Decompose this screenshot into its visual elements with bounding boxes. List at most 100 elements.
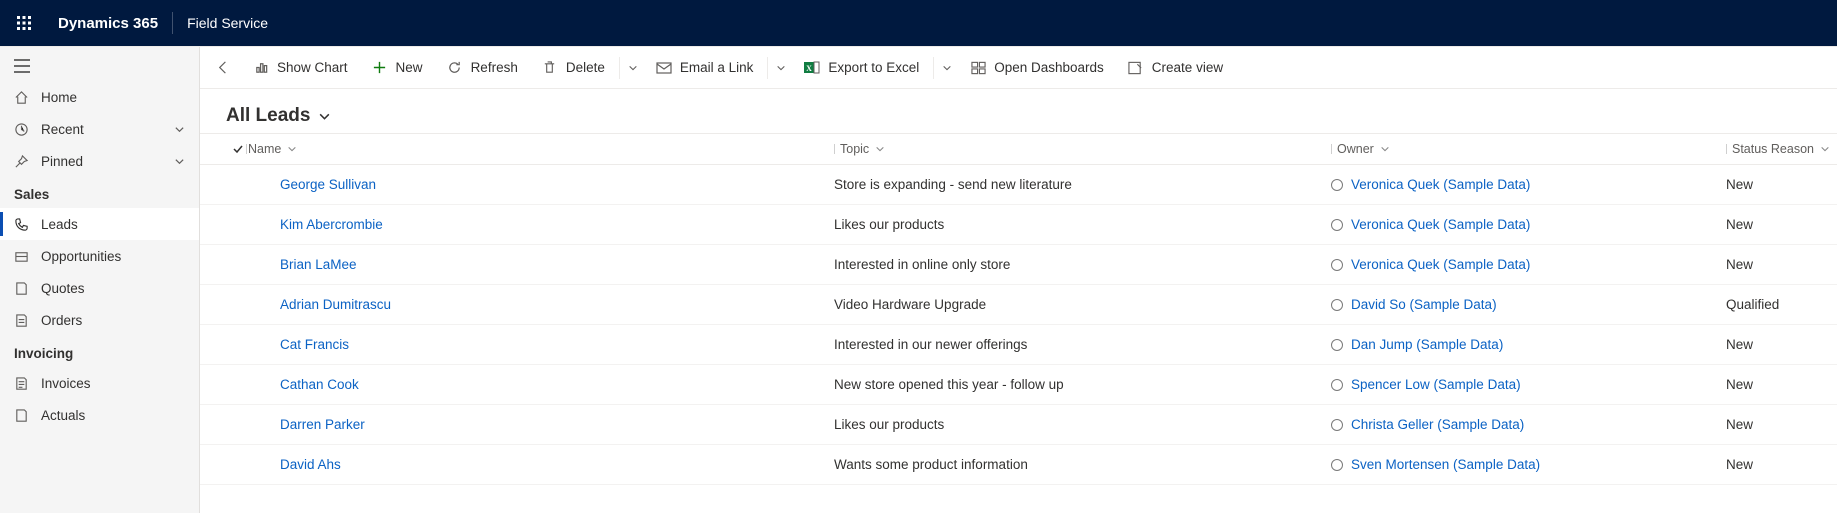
invoice-icon xyxy=(14,376,29,391)
sidebar-item-recent[interactable]: Recent xyxy=(0,113,199,145)
chevron-down-icon[interactable] xyxy=(318,110,331,123)
plus-icon xyxy=(372,60,388,76)
column-label: Topic xyxy=(840,142,869,156)
lead-name-link[interactable]: Cathan Cook xyxy=(280,377,359,392)
refresh-button[interactable]: Refresh xyxy=(435,54,530,82)
sidebar-label: Invoices xyxy=(41,376,91,391)
column-label: Name xyxy=(248,142,281,156)
sidebar-item-orders[interactable]: Orders xyxy=(0,304,199,336)
create-view-button[interactable]: Create view xyxy=(1116,54,1235,82)
new-button[interactable]: New xyxy=(360,54,435,82)
show-chart-button[interactable]: Show Chart xyxy=(241,54,360,82)
chevron-down-icon xyxy=(174,156,185,167)
quote-icon xyxy=(14,281,29,296)
lead-topic: Interested in online only store xyxy=(834,257,1331,272)
sidebar-label: Home xyxy=(41,90,77,105)
trash-icon xyxy=(542,60,558,76)
sidebar-item-pinned[interactable]: Pinned xyxy=(0,145,199,177)
lead-owner-link[interactable]: Sven Mortensen (Sample Data) xyxy=(1331,457,1726,472)
column-label: Status Reason xyxy=(1732,142,1814,156)
sidebar-item-actuals[interactable]: Actuals xyxy=(0,399,199,431)
lead-owner-link[interactable]: David So (Sample Data) xyxy=(1331,297,1726,312)
lead-name-link[interactable]: Brian LaMee xyxy=(280,257,357,272)
table-row[interactable]: Cathan Cook New store opened this year - … xyxy=(200,365,1837,405)
lead-name-link[interactable]: Cat Francis xyxy=(280,337,349,352)
delete-split-button[interactable] xyxy=(622,63,644,73)
cmd-label: Export to Excel xyxy=(828,60,919,75)
table-row[interactable]: Kim AbercrombieLikes our productsVeronic… xyxy=(200,205,1837,245)
cmd-label: Open Dashboards xyxy=(994,60,1104,75)
sidebar-item-invoices[interactable]: Invoices xyxy=(0,367,199,399)
command-bar: Show Chart New Refresh Delete Email a Li… xyxy=(200,47,1837,89)
pin-icon xyxy=(14,154,29,169)
dashboard-icon xyxy=(970,60,986,76)
table-row[interactable]: Darren ParkerLikes our productsChrista G… xyxy=(200,405,1837,445)
chevron-down-icon xyxy=(1820,144,1830,154)
chevron-down-icon xyxy=(875,144,885,154)
lead-topic: New store opened this year - follow up xyxy=(834,377,1331,392)
global-header: Dynamics 365 Field Service xyxy=(0,0,1837,46)
sidebar-label: Quotes xyxy=(41,281,85,296)
opportunity-icon xyxy=(14,249,29,264)
order-icon xyxy=(14,313,29,328)
presence-icon xyxy=(1331,299,1343,311)
lead-owner-link[interactable]: Dan Jump (Sample Data) xyxy=(1331,337,1726,352)
lead-status: New xyxy=(1726,457,1837,472)
column-header-owner[interactable]: Owner xyxy=(1331,142,1726,156)
lead-name-link[interactable]: Darren Parker xyxy=(280,417,365,432)
sidebar-item-opportunities[interactable]: Opportunities xyxy=(0,240,199,272)
sidebar-label: Opportunities xyxy=(41,249,121,264)
export-excel-button[interactable]: X Export to Excel xyxy=(792,54,931,82)
lead-topic: Video Hardware Upgrade xyxy=(834,297,1331,312)
back-button[interactable] xyxy=(206,54,241,81)
cmd-label: New xyxy=(396,60,423,75)
email-link-button[interactable]: Email a Link xyxy=(644,54,766,82)
lead-status: New xyxy=(1726,217,1837,232)
presence-icon xyxy=(1331,379,1343,391)
table-header: Name Topic Owner Status Reason xyxy=(200,133,1837,165)
presence-icon xyxy=(1331,459,1343,471)
lead-topic: Interested in our newer offerings xyxy=(834,337,1331,352)
product-brand[interactable]: Dynamics 365 xyxy=(44,15,172,32)
lead-status: New xyxy=(1726,417,1837,432)
app-launcher-icon[interactable] xyxy=(4,0,44,46)
column-header-topic[interactable]: Topic xyxy=(834,142,1331,156)
open-dashboards-button[interactable]: Open Dashboards xyxy=(958,54,1116,82)
table-row[interactable]: Adrian Dumitrascu Video Hardware UpgradeD… xyxy=(200,285,1837,325)
svg-text:X: X xyxy=(807,64,813,73)
lead-owner-link[interactable]: Christa Geller (Sample Data) xyxy=(1331,417,1726,432)
email-link-split-button[interactable] xyxy=(770,63,792,73)
table-row[interactable]: Cat Francis Interested in our newer offer… xyxy=(200,325,1837,365)
lead-owner-link[interactable]: Veronica Quek (Sample Data) xyxy=(1331,257,1726,272)
mail-icon xyxy=(656,60,672,76)
lead-name-link[interactable]: Adrian Dumitrascu xyxy=(280,297,391,312)
sidebar: Home Recent Pinned Sales Leads Opportuni… xyxy=(0,47,200,513)
lead-name-link[interactable]: George Sullivan xyxy=(280,177,376,192)
lead-name-link[interactable]: David Ahs xyxy=(280,457,341,472)
lead-owner-link[interactable]: Veronica Quek (Sample Data) xyxy=(1331,217,1726,232)
table-row[interactable]: George SullivanStore is expanding - send… xyxy=(200,165,1837,205)
delete-button[interactable]: Delete xyxy=(530,54,617,82)
table-row[interactable]: Brian LaMee Interested in online only sto… xyxy=(200,245,1837,285)
separator xyxy=(619,57,620,79)
select-all-checkbox[interactable] xyxy=(224,143,246,155)
chart-icon xyxy=(253,60,269,76)
clock-icon xyxy=(14,122,29,137)
table-row[interactable]: David AhsWants some product informationS… xyxy=(200,445,1837,485)
sidebar-item-leads[interactable]: Leads xyxy=(0,208,199,240)
export-excel-split-button[interactable] xyxy=(936,63,958,73)
hamburger-icon[interactable] xyxy=(14,59,185,73)
sidebar-item-home[interactable]: Home xyxy=(0,81,199,113)
lead-name-link[interactable]: Kim Abercrombie xyxy=(280,217,383,232)
lead-status: New xyxy=(1726,337,1837,352)
lead-status: Qualified xyxy=(1726,297,1837,312)
app-name[interactable]: Field Service xyxy=(173,15,282,31)
lead-owner-link[interactable]: Spencer Low (Sample Data) xyxy=(1331,377,1726,392)
column-header-name[interactable]: Name xyxy=(246,142,834,156)
lead-owner-link[interactable]: Veronica Quek (Sample Data) xyxy=(1331,177,1726,192)
column-header-status[interactable]: Status Reason xyxy=(1726,142,1837,156)
view-title[interactable]: All Leads xyxy=(226,105,310,127)
cmd-label: Delete xyxy=(566,60,605,75)
sidebar-item-quotes[interactable]: Quotes xyxy=(0,272,199,304)
presence-icon xyxy=(1331,419,1343,431)
